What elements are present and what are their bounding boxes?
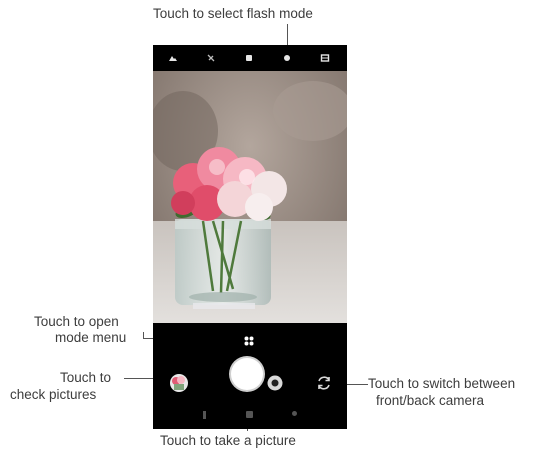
camera-screen [153, 45, 347, 429]
flash-mode-icon[interactable] [282, 53, 292, 63]
switch-camera-callout-line2: front/back camera [376, 393, 485, 408]
nav-recent[interactable] [292, 411, 297, 416]
flash-callout-line [287, 24, 288, 47]
shutter-button[interactable] [231, 358, 263, 390]
flash-mode-callout: Touch to select flash mode [153, 6, 313, 21]
video-icon[interactable] [267, 375, 283, 391]
camera-top-bar [153, 45, 347, 71]
nav-back[interactable] [203, 411, 206, 419]
take-picture-callout: Touch to take a picture [160, 433, 296, 448]
camera-bottom-bar [153, 323, 347, 429]
camera-viewfinder[interactable] [153, 71, 347, 323]
switch-camera-callout-line1: Touch to switch between [368, 376, 516, 391]
switch-camera-icon[interactable] [315, 374, 333, 392]
mode-menu-callout-line1: Touch to open [34, 314, 119, 329]
hdr-icon[interactable] [168, 53, 178, 63]
gallery-thumbnail[interactable] [169, 373, 189, 393]
mode-menu-callout-line2: mode menu [55, 330, 127, 345]
grid-icon[interactable] [320, 53, 330, 63]
nav-home[interactable] [246, 411, 253, 418]
viewfinder-scene [153, 71, 347, 323]
flash-off-icon[interactable] [206, 53, 216, 63]
check-pictures-callout-line2: check pictures [10, 387, 97, 402]
timer-icon[interactable] [244, 53, 254, 63]
check-pictures-callout-line1: Touch to [60, 370, 112, 385]
mode-menu-icon[interactable] [243, 335, 255, 347]
